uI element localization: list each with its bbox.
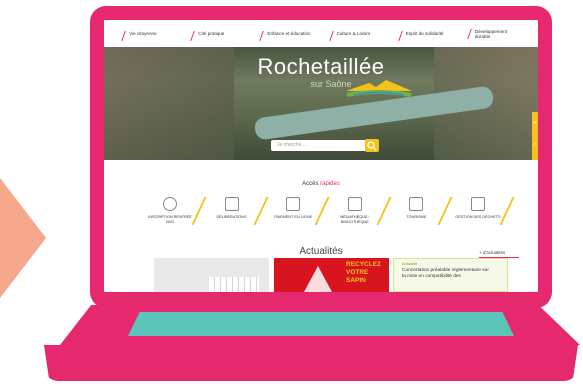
more-news-link[interactable]: + d'actualités [479,250,519,258]
quick-link-label: PAIEMENT EN LIGNE [274,215,313,219]
quick-link-inscription[interactable]: INSCRIPTION RENTRÉE 2022 [144,195,196,235]
mail-icon: ✉ [533,120,537,125]
nav-item-label: Développement durable [474,28,508,39]
library-icon [347,197,362,211]
laptop-trackpad [128,312,514,336]
quick-link-label: INSCRIPTION RENTRÉE 2022 [148,215,192,224]
nav-item-cite-pratique[interactable]: Cité pratique [192,31,242,36]
news-card-title: Concertation préalable réglementaire sur… [402,268,489,279]
quick-link-label: GESTION DES DÉCHETS [455,215,501,219]
quick-link-tourisme[interactable]: TOURISME [390,195,442,235]
search-button[interactable] [365,139,379,152]
news-card[interactable]: RECYCLEZ VOTRE SAPIN [274,258,389,292]
school-icon [163,197,177,211]
nav-item-developpement-durable[interactable]: Développement durable [469,29,519,39]
quick-link-deliberations[interactable]: DÉLIBÉRATIONS [206,195,258,235]
quick-access-label: Accès [302,181,319,187]
nav-item-label: Vie citoyenne [129,31,157,36]
nav-item-label: Enfance et éducation [267,31,311,36]
nav-item-esprit-solidarite[interactable]: Esprit de solidarité [400,31,450,36]
quick-link-paiement[interactable]: PAIEMENT EN LIGNE [267,195,319,235]
quick-link-mediatheque[interactable]: MÉDIATHÈQUE / BIBLIOTHÈQUE [329,195,381,235]
alert-icon: ⚠ [533,141,537,146]
quick-link-label: DÉLIBÉRATIONS [216,215,247,219]
laptop-screen: Vie citoyenne Cité pratique Enfance et é… [104,20,538,292]
nav-item-label: Cité pratique [198,31,225,36]
search-input[interactable]: Je cherche... [271,140,375,151]
quick-link-label: TOURISME [406,215,427,219]
quick-access-heading: Accès rapides [104,181,538,187]
trash-icon [470,197,485,211]
side-tabs: ✉ ⚠ ▤ [532,112,538,160]
nav-item-vie-citoyenne[interactable]: Vie citoyenne [123,31,173,36]
news-card[interactable]: Actualité Concertation préalable régleme… [393,258,508,292]
news-card-title: RECYCLEZ VOTRE SAPIN [346,261,382,284]
news-card-tag: Actualité [402,261,418,266]
side-tab-documents[interactable]: ▤ [532,154,538,160]
tourism-icon [409,197,424,211]
site-subtitle: sur Saône [310,79,352,89]
news-card-image [209,277,259,292]
news-card[interactable] [154,258,269,292]
nav-item-label: Esprit de solidarité [405,31,444,36]
search-placeholder: Je cherche... [277,142,306,148]
document-icon [224,197,239,211]
side-tab-alert[interactable]: ⚠ [532,133,538,154]
nav-item-label: Culture & Loisirs [336,31,371,36]
payment-icon [286,197,301,211]
quick-access-list: INSCRIPTION RENTRÉE 2022 DÉLIBÉRATIONS P… [144,195,504,235]
nav-item-culture-loisirs[interactable]: Culture & Loisirs [331,31,381,36]
tree-icon [304,266,332,292]
site-title: Rochetaillée [257,54,385,79]
laptop-base-front [44,345,578,381]
quick-access-highlight: rapides [320,181,340,187]
top-navigation: Vie citoyenne Cité pratique Enfance et é… [104,20,538,47]
laptop-lid: Vie citoyenne Cité pratique Enfance et é… [90,6,552,308]
town-logo-icon [346,80,412,97]
side-tab-contact[interactable]: ✉ [532,112,538,133]
search-icon [367,141,377,151]
nav-item-enfance-education[interactable]: Enfance et éducation [261,31,311,36]
quick-link-dechets[interactable]: GESTION DES DÉCHETS [452,195,504,235]
hero-banner: Rochetaillée sur Saône Je cherche... ✉ ⚠… [104,47,538,160]
decorative-arrow [0,178,46,298]
news-heading: Actualités [299,246,343,257]
quick-link-label: MÉDIATHÈQUE / BIBLIOTHÈQUE [339,215,370,224]
